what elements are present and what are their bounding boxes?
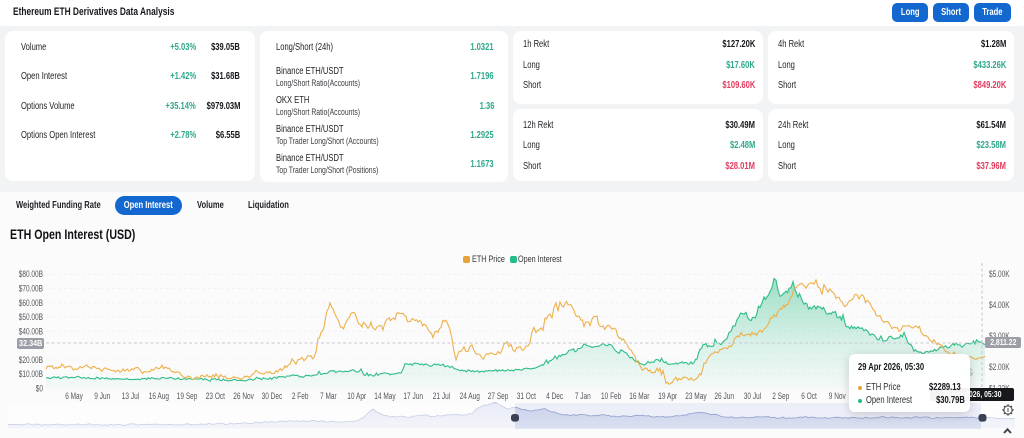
svg-text:4 Dec: 4 Dec bbox=[546, 391, 563, 401]
svg-text:27 Sep: 27 Sep bbox=[488, 391, 509, 401]
svg-text:23 May: 23 May bbox=[685, 391, 707, 401]
svg-text:$0: $0 bbox=[36, 383, 43, 393]
svg-text:31 Oct: 31 Oct bbox=[517, 391, 537, 401]
svg-text:30 Dec: 30 Dec bbox=[262, 391, 283, 401]
svg-text:21 Jul: 21 Jul bbox=[433, 391, 450, 401]
svg-text:26 Jun: 26 Jun bbox=[714, 391, 734, 401]
svg-text:14 May: 14 May bbox=[374, 391, 396, 401]
svg-text:2 Sep: 2 Sep bbox=[772, 391, 789, 401]
svg-text:$50.00B: $50.00B bbox=[19, 312, 43, 322]
svg-text:23 Oct: 23 Oct bbox=[206, 391, 226, 401]
svg-text:19 Sep: 19 Sep bbox=[177, 391, 198, 401]
svg-text:$80.00B: $80.00B bbox=[19, 269, 43, 279]
svg-text:$70.00B: $70.00B bbox=[19, 284, 43, 294]
svg-text:$20.00B: $20.00B bbox=[19, 355, 43, 365]
svg-text:24 Aug: 24 Aug bbox=[460, 391, 480, 401]
svg-text:6 May: 6 May bbox=[65, 391, 83, 401]
svg-text:17 Jun: 17 Jun bbox=[403, 391, 423, 401]
svg-text:9 Nov: 9 Nov bbox=[829, 391, 846, 401]
svg-text:13 Jul: 13 Jul bbox=[122, 391, 139, 401]
svg-text:$40.00B: $40.00B bbox=[19, 326, 43, 336]
svg-text:7 Mar: 7 Mar bbox=[320, 391, 337, 401]
svg-text:$5.00K: $5.00K bbox=[989, 269, 1010, 279]
svg-text:26 Nov: 26 Nov bbox=[233, 391, 254, 401]
svg-text:$4.00K: $4.00K bbox=[989, 300, 1010, 310]
svg-text:$10.00B: $10.00B bbox=[19, 369, 43, 379]
svg-text:9 Jun: 9 Jun bbox=[94, 391, 110, 401]
svg-text:$2.00K: $2.00K bbox=[989, 362, 1010, 372]
svg-text:6 Oct: 6 Oct bbox=[801, 391, 817, 401]
svg-text:10 Feb: 10 Feb bbox=[601, 391, 621, 401]
svg-text:16 Mar: 16 Mar bbox=[629, 391, 649, 401]
svg-text:$60.00B: $60.00B bbox=[19, 298, 43, 308]
svg-text:10 Apr: 10 Apr bbox=[347, 391, 366, 401]
svg-text:30 Jul: 30 Jul bbox=[744, 391, 761, 401]
svg-text:7 Jan: 7 Jan bbox=[575, 391, 591, 401]
svg-text:16 Aug: 16 Aug bbox=[149, 391, 169, 401]
svg-text:2 Feb: 2 Feb bbox=[292, 391, 309, 401]
svg-text:19 Apr: 19 Apr bbox=[658, 391, 677, 401]
